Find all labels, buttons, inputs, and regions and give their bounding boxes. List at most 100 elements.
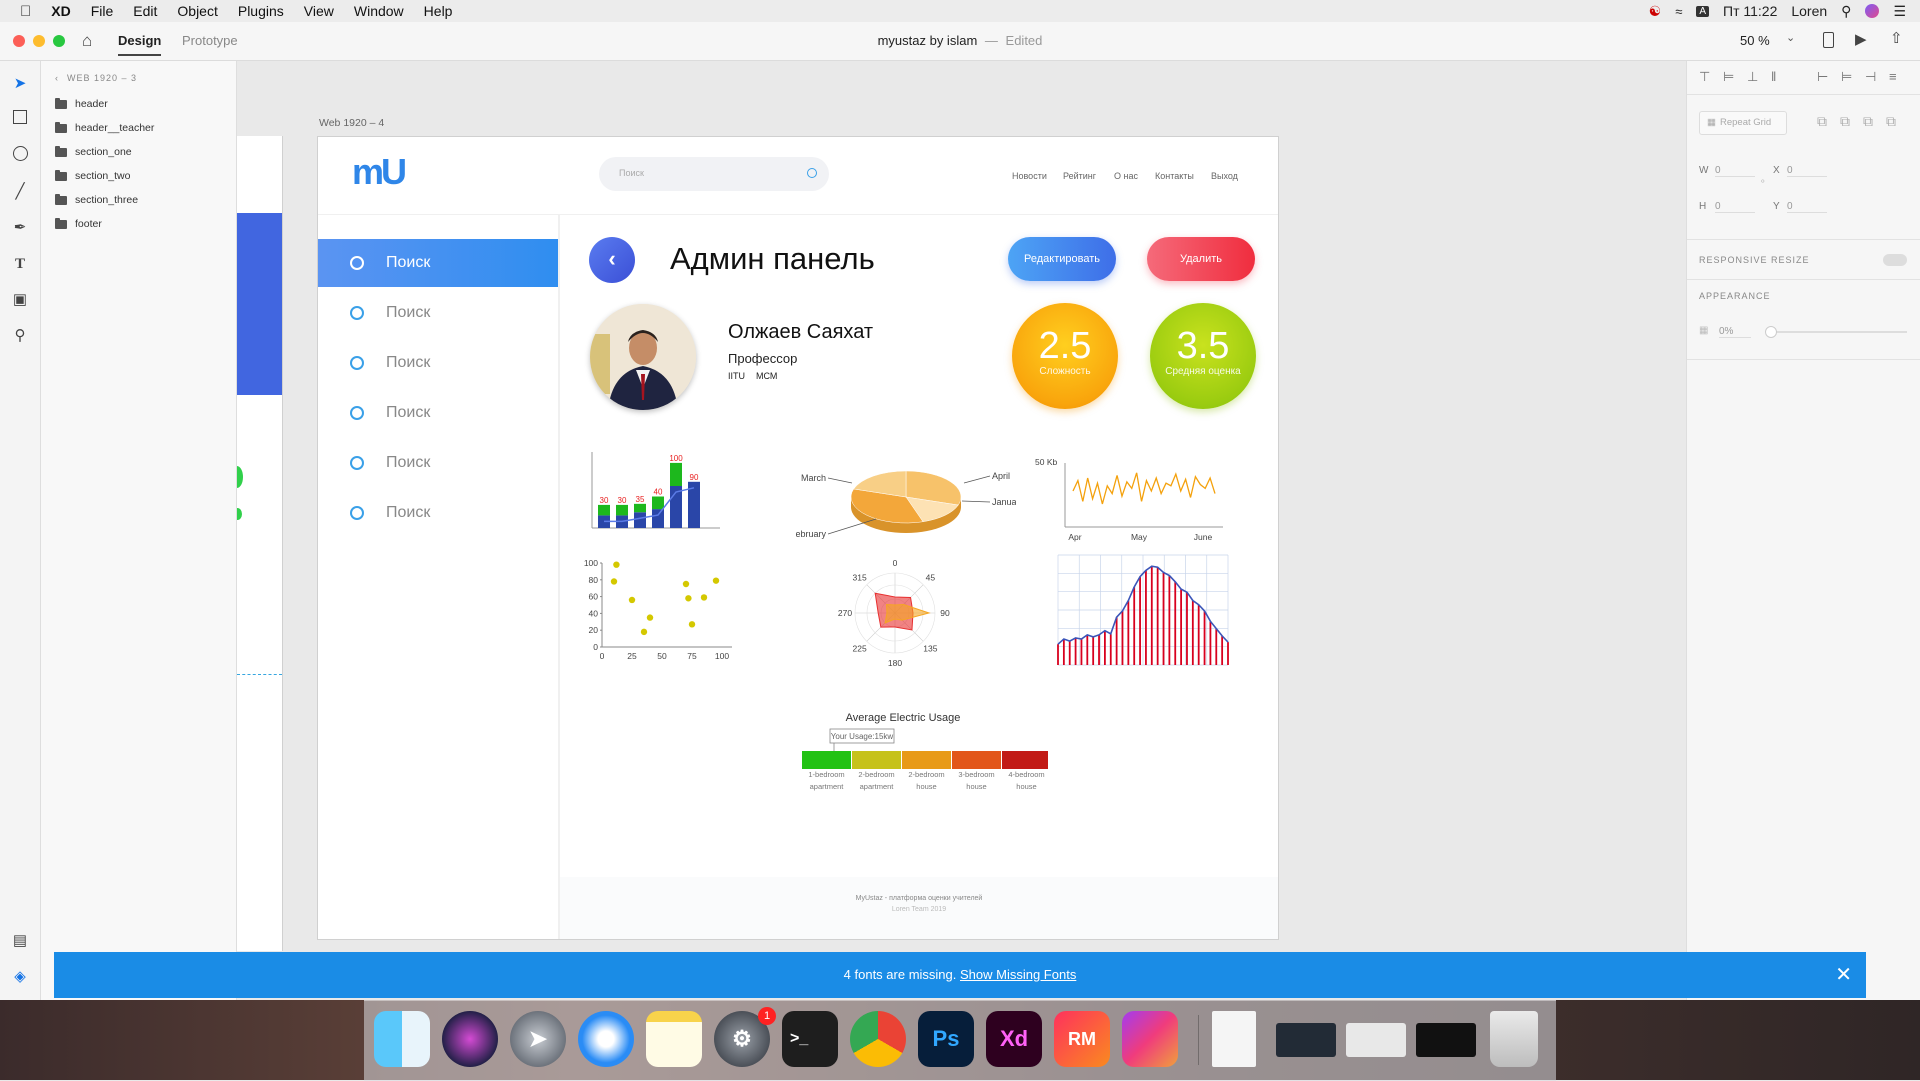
finder-icon[interactable] — [374, 1011, 430, 1067]
sidebar-item[interactable]: Поиск — [318, 289, 558, 337]
menu-view[interactable]: View — [304, 3, 334, 19]
align-left-icon[interactable]: ⊢ — [1817, 69, 1828, 85]
line-tool-icon[interactable]: ╱ — [10, 182, 30, 202]
rubymine-icon[interactable]: RM — [1054, 1011, 1110, 1067]
back-button[interactable]: ‹ — [589, 237, 635, 283]
sidebar-item[interactable]: Поиск — [318, 489, 558, 537]
close-icon[interactable]: ✕ — [1835, 952, 1852, 998]
home-icon[interactable]: ⌂ — [82, 31, 92, 51]
window-thumbnail[interactable] — [1346, 1023, 1406, 1057]
nav-news[interactable]: Новости — [1012, 171, 1047, 181]
chevron-down-icon[interactable]: ⌄ — [1786, 31, 1795, 44]
menu-window[interactable]: Window — [354, 3, 404, 19]
siri-icon[interactable] — [1865, 4, 1880, 18]
notification-center-icon[interactable]: ☰ — [1893, 3, 1906, 20]
boolean-subtract-icon[interactable]: ⧉ — [1840, 113, 1850, 130]
spotlight-icon[interactable]: ⚲ — [1841, 3, 1851, 20]
align-middle-icon[interactable]: ⊨ — [1723, 69, 1734, 85]
close-window-button[interactable] — [13, 35, 25, 47]
menu-file[interactable]: File — [91, 3, 114, 19]
launchpad-icon[interactable]: ➤ — [510, 1011, 566, 1067]
creative-cloud-icon[interactable]: ☯ — [1649, 3, 1662, 20]
boolean-add-icon[interactable]: ⧉ — [1817, 113, 1827, 130]
sidebar-item[interactable]: Поиск — [318, 439, 558, 487]
boolean-exclude-icon[interactable]: ⧉ — [1886, 113, 1896, 130]
sidebar-item[interactable]: Поиск — [318, 339, 558, 387]
assets-icon[interactable]: ▤ — [10, 931, 30, 951]
menu-object[interactable]: Object — [177, 3, 217, 19]
ellipse-tool-icon[interactable] — [10, 146, 30, 166]
align-bottom-icon[interactable]: ⊥ — [1747, 69, 1758, 85]
search-icon[interactable] — [807, 168, 817, 178]
layer-item[interactable]: header__teacher — [55, 120, 154, 136]
chrome-icon[interactable] — [850, 1011, 906, 1067]
w-input[interactable]: 0 — [1715, 165, 1755, 177]
nav-contacts[interactable]: Контакты — [1155, 171, 1194, 181]
clock[interactable]: Пт 11:22 — [1723, 3, 1777, 19]
menu-app[interactable]: XD — [51, 3, 70, 19]
window-thumbnail[interactable] — [1416, 1023, 1476, 1057]
user-name[interactable]: Loren — [1791, 3, 1827, 19]
document-thumbnail[interactable] — [1212, 1011, 1256, 1067]
nav-rating[interactable]: Рейтинг — [1063, 171, 1096, 181]
opacity-value[interactable]: 0% — [1719, 326, 1751, 338]
x-input[interactable]: 0 — [1787, 165, 1827, 177]
terminal-icon[interactable]: >_ — [782, 1011, 838, 1067]
edit-button[interactable]: Редактировать — [1008, 237, 1116, 281]
distribute-horizontal-icon[interactable]: ≡ — [1889, 69, 1897, 84]
tab-prototype[interactable]: Prototype — [182, 33, 238, 48]
delete-button[interactable]: Удалить — [1147, 237, 1255, 281]
select-tool-icon[interactable]: ➤ — [10, 74, 30, 94]
siri-icon[interactable] — [442, 1011, 498, 1067]
h-input[interactable]: 0 — [1715, 201, 1755, 213]
layers-icon[interactable]: ◈ — [10, 967, 30, 987]
y-input[interactable]: 0 — [1787, 201, 1827, 213]
search-bar[interactable]: Поиск — [599, 157, 829, 191]
apple-icon[interactable]:  — [20, 3, 31, 20]
align-top-icon[interactable]: ⊤ — [1699, 69, 1710, 85]
tab-design[interactable]: Design — [118, 33, 162, 56]
input-source-icon[interactable]: A — [1696, 5, 1709, 17]
search-input[interactable]: Поиск — [619, 168, 644, 178]
wifi-icon[interactable]: ≈ — [1675, 4, 1682, 19]
previous-artboard[interactable] — [237, 136, 283, 951]
notes-icon[interactable] — [646, 1011, 702, 1067]
device-preview-icon[interactable] — [1823, 32, 1834, 48]
nav-logout[interactable]: Выход — [1211, 171, 1238, 181]
menu-help[interactable]: Help — [424, 3, 453, 19]
zoom-tool-icon[interactable]: ⚲ — [10, 326, 30, 346]
responsive-resize-toggle[interactable] — [1883, 254, 1907, 266]
artboard-tool-icon[interactable]: ▣ — [10, 290, 30, 310]
menu-plugins[interactable]: Plugins — [238, 3, 284, 19]
sidebar-item-active[interactable]: Поиск — [318, 239, 558, 287]
adobe-xd-icon[interactable]: Xd — [986, 1011, 1042, 1067]
safari-icon[interactable] — [578, 1011, 634, 1067]
trash-icon[interactable] — [1490, 1011, 1538, 1067]
opacity-slider-handle[interactable] — [1765, 326, 1777, 338]
artboard-label[interactable]: Web 1920 – 4 — [319, 117, 384, 129]
boolean-intersect-icon[interactable]: ⧉ — [1863, 113, 1873, 130]
layer-item[interactable]: footer — [55, 216, 102, 232]
artboard-web-1920-4[interactable]: mU Поиск Новости Рейтинг О нас Контакты … — [317, 136, 1279, 940]
window-thumbnail[interactable] — [1276, 1023, 1336, 1057]
nav-about[interactable]: О нас — [1114, 171, 1138, 181]
menu-edit[interactable]: Edit — [133, 3, 157, 19]
lock-aspect-icon[interactable]: ⚬ — [1759, 176, 1767, 187]
opacity-slider[interactable] — [1767, 331, 1907, 333]
final-cut-icon[interactable] — [1122, 1011, 1178, 1067]
align-right-icon[interactable]: ⊣ — [1865, 69, 1876, 85]
layer-item[interactable]: section_two — [55, 168, 130, 184]
share-icon[interactable]: ⇧ — [1890, 29, 1903, 47]
chevron-left-icon[interactable]: ‹ — [55, 73, 59, 83]
layer-item[interactable]: header — [55, 96, 108, 112]
pen-tool-icon[interactable]: ✒ — [10, 218, 30, 238]
rectangle-tool-icon[interactable] — [10, 110, 30, 130]
layers-breadcrumb[interactable]: ‹ WEB 1920 – 3 — [55, 73, 137, 83]
sidebar-item[interactable]: Поиск — [318, 389, 558, 437]
align-center-icon[interactable]: ⊨ — [1841, 69, 1852, 85]
play-icon[interactable]: ▶ — [1855, 30, 1867, 48]
distribute-icon[interactable]: ‖ — [1771, 69, 1776, 84]
text-tool-icon[interactable]: T — [10, 254, 30, 274]
show-missing-fonts-link[interactable]: Show Missing Fonts — [960, 967, 1076, 982]
photoshop-icon[interactable]: Ps — [918, 1011, 974, 1067]
